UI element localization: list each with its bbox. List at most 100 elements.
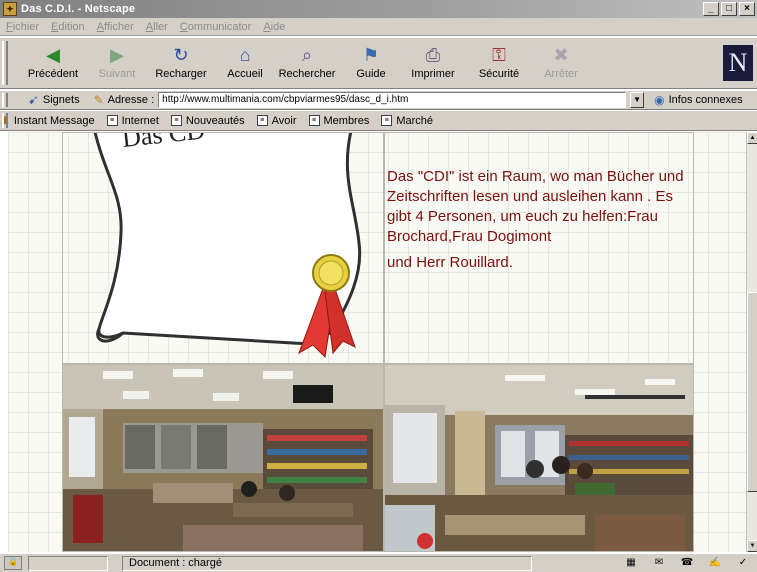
nav-search-button[interactable]: ⌕ Rechercher [276, 42, 338, 86]
toolbar-grip[interactable] [2, 41, 8, 85]
library-photo-1-cell [62, 364, 384, 552]
description-text: Das "CDI" ist ein Raum, wo man Bücher un… [387, 167, 691, 279]
location-grip[interactable] [2, 93, 8, 107]
bookmark-marche[interactable]: ≡ Marché [381, 115, 433, 127]
netscape-app-icon[interactable]: ✦ [3, 2, 17, 16]
nav-button-label: Sécurité [478, 68, 520, 80]
related-label: Infos connexes [668, 94, 743, 106]
library-photo-1 [63, 365, 383, 551]
status-bar: 🔒 Document : chargé ▦ ✉ ☎ ✍ ✓ [0, 553, 757, 572]
scroll-thumb[interactable] [747, 292, 757, 492]
nav-back-arrow-button[interactable]: ◀ Précédent [22, 42, 84, 86]
bookmark-label: Marché [396, 114, 434, 127]
navigator-icon[interactable]: ▦ [623, 557, 639, 570]
bookmark-avoir[interactable]: ≡ Avoir [256, 114, 297, 127]
vertical-scrollbar[interactable]: ▲ ▼ [746, 132, 757, 552]
window-controls: _ □ × [703, 2, 755, 16]
bookmark-icon: ≡ [170, 115, 182, 126]
nav-stop-button[interactable]: ✖ Arrêter [530, 42, 592, 86]
personal-toolbar: ♟ Instant Message ≡ Internet ≡ Nouveauté… [0, 111, 757, 131]
menu-communicator[interactable]: Communicator [180, 21, 252, 33]
messenger-icon[interactable]: ☎ [679, 557, 695, 570]
layout-table: Das CD Das "CDI" ist ein Raum, wo man Bü… [62, 132, 694, 552]
nav-home-button[interactable]: ⌂ Accueil [214, 42, 276, 86]
bookmark-membres[interactable]: ≡ Membres [308, 114, 370, 127]
scroll-image-cell: Das CD [62, 132, 384, 364]
security-status-icon[interactable]: 🔒 [4, 556, 22, 570]
description-cell: Das "CDI" ist ein Raum, wo man Bücher un… [384, 132, 694, 364]
instant-message-button[interactable]: ♟ Instant Message [0, 114, 95, 128]
url-input[interactable]: http://www.multimania.com/cbpviarmes95/d… [158, 92, 627, 108]
description-paragraph-end: und Herr Rouillard. [387, 254, 513, 271]
status-text: Document : chargé [122, 555, 532, 571]
window-title: Das C.D.I. - Netscape [21, 3, 136, 15]
minimize-button[interactable]: _ [703, 2, 719, 16]
navigation-toolbar: ◀ Précédent ▶ Suivant ↻ Recharger ⌂ Accueil ⌕ Rec… [0, 37, 757, 89]
title-bar: ✦ Das C.D.I. - Netscape _ □ × [0, 0, 757, 18]
nav-lock-button[interactable]: ⚿ Sécurité [468, 42, 530, 86]
address-icon: ✎ [93, 93, 104, 107]
bookmark-label: Membres [323, 114, 370, 127]
nav-button-label: Arrêter [544, 68, 578, 80]
nav-printer-button[interactable]: ⎙ Imprimer [402, 42, 464, 86]
progress-bar [28, 555, 108, 571]
personal-grip[interactable] [2, 113, 8, 128]
nav-button-label: Recharger [155, 68, 207, 80]
forward-arrow-icon: ▶ [110, 44, 124, 65]
scroll-down-button[interactable]: ▼ [747, 540, 757, 552]
reload-icon: ↻ [173, 44, 189, 65]
maximize-button[interactable]: □ [721, 2, 737, 16]
bookmarks-icon: ➹ [28, 92, 39, 107]
component-bar: ▦ ✉ ☎ ✍ ✓ [623, 557, 751, 570]
related-icon: ◉ [654, 93, 665, 107]
printer-icon: ⎙ [425, 44, 441, 65]
back-arrow-icon: ◀ [46, 44, 60, 65]
composer-icon[interactable]: ✍ [707, 557, 723, 570]
scroll-up-button[interactable]: ▲ [747, 132, 757, 144]
location-toolbar: ➹ Signets ✎ Adresse : http://www.multima… [0, 90, 757, 110]
menu-edition[interactable]: Edition [51, 21, 85, 33]
mail-icon[interactable]: ✉ [651, 557, 667, 570]
bookmark-icon: ≡ [106, 115, 118, 126]
library-photo-2 [385, 365, 693, 551]
bookmark-icon: ≡ [308, 115, 320, 126]
address-label: Adresse : [107, 94, 155, 106]
bookmark-icon: ≡ [381, 115, 393, 126]
description-paragraph: Das "CDI" ist ein Raum, wo man Bücher un… [387, 168, 684, 245]
bookmarks-label: Signets [42, 94, 80, 106]
stop-icon: ✖ [553, 44, 569, 65]
page-content[interactable]: Das CD Das "CDI" ist ein Raum, wo man Bü… [8, 132, 746, 552]
close-button[interactable]: × [739, 2, 755, 16]
bookmark-label: Internet [121, 114, 159, 127]
guide-icon: ⚑ [362, 44, 380, 65]
nav-guide-button[interactable]: ⚑ Guide [340, 42, 402, 86]
nav-button-label: Suivant [98, 68, 136, 80]
instant-message-label: Instant Message [13, 114, 95, 127]
nav-forward-arrow-button[interactable]: ▶ Suivant [86, 42, 148, 86]
bookmark-label: Avoir [271, 114, 297, 127]
check-icon[interactable]: ✓ [735, 557, 751, 570]
bookmark-icon: ≡ [256, 115, 268, 126]
library-photo-2-cell [384, 364, 694, 552]
parchment-scroll-image: Das CD [93, 132, 362, 359]
search-icon: ⌕ [301, 44, 313, 65]
menu-afficher[interactable]: Afficher [97, 21, 134, 33]
menu-bar: Fichier Edition Afficher Aller Communica… [0, 18, 757, 36]
nav-reload-button[interactable]: ↻ Recharger [150, 42, 212, 86]
related-info-button[interactable]: ◉ Infos connexes [654, 93, 742, 107]
nav-button-label: Rechercher [278, 68, 336, 80]
menu-fichier[interactable]: Fichier [6, 21, 39, 33]
menu-aide[interactable]: Aide [263, 21, 285, 33]
bookmarks-button[interactable]: ➹ Signets [28, 92, 80, 108]
bookmark-nouveautes[interactable]: ≡ Nouveautés [170, 115, 245, 127]
nav-button-label: Imprimer [411, 68, 455, 80]
nav-button-label: Guide [356, 68, 386, 80]
lock-icon: ⚿ [492, 44, 506, 65]
netscape-logo[interactable]: N [723, 45, 753, 81]
nav-button-label: Accueil [227, 68, 263, 80]
menu-aller[interactable]: Aller [146, 21, 168, 33]
home-icon: ⌂ [239, 44, 251, 65]
url-dropdown-button[interactable]: ▼ [630, 92, 645, 108]
bookmark-internet[interactable]: ≡ Internet [106, 114, 159, 127]
nav-button-label: Précédent [27, 68, 79, 80]
